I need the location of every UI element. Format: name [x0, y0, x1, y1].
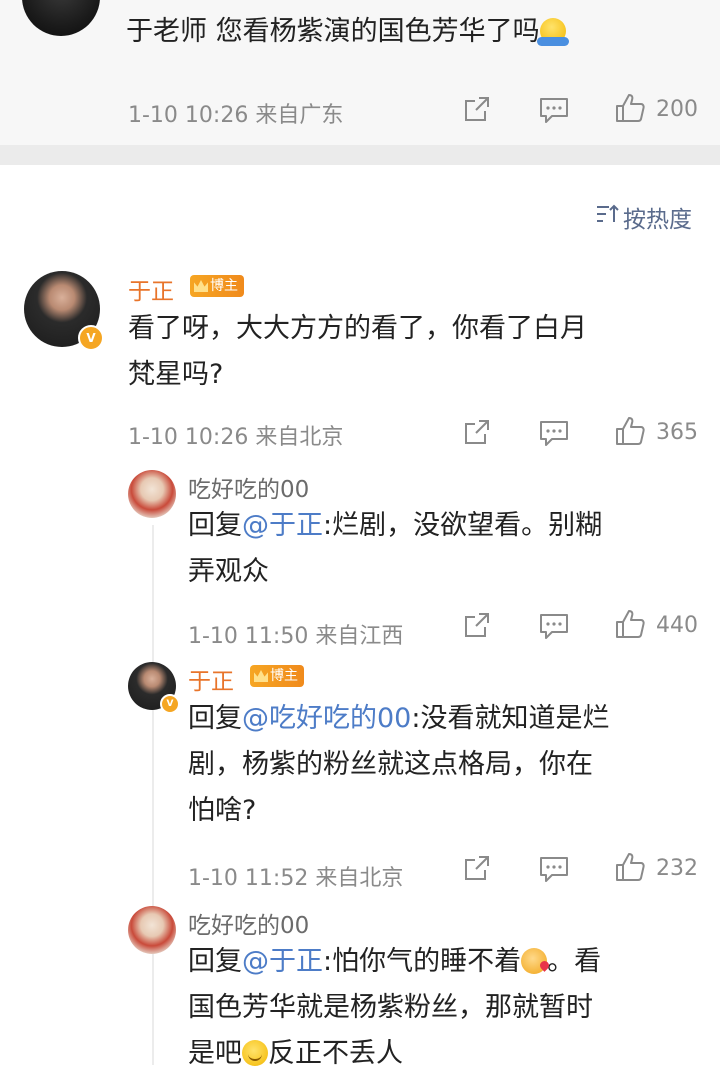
comment-meta: 1-10 10:26 来自广东 [128, 97, 343, 129]
section-divider [0, 145, 720, 165]
previous-comment: 于老师 您看杨紫演的国色芳华了吗 1-10 10:26 来自广东 200 [0, 0, 720, 145]
like-icon[interactable] [614, 851, 646, 883]
avatar[interactable] [128, 906, 176, 954]
v-badge-icon: V [160, 694, 180, 714]
like-icon[interactable] [614, 415, 646, 447]
like-count: 365 [656, 420, 698, 445]
share-icon[interactable] [463, 611, 491, 639]
reply-text: 回复@于正:怕你气的睡不着 。看 国色芳华就是杨紫粉丝，那就暂时 是吧 反正不丢人 [188, 946, 602, 1069]
comment-icon[interactable] [539, 855, 569, 883]
comment-icon[interactable] [539, 612, 569, 640]
crown-icon [254, 670, 268, 682]
blogger-badge: 博主 [190, 275, 244, 297]
comment-icon[interactable] [539, 419, 569, 447]
v-badge-icon: V [78, 325, 104, 351]
avatar[interactable]: V [128, 662, 180, 714]
reply-text: 回复@于正:烂剧，没欲望看。别糊 弄观众 [188, 510, 603, 587]
avatar[interactable]: V [24, 271, 104, 351]
reply-location: 来自北京 [315, 866, 404, 891]
share-icon[interactable] [463, 854, 491, 882]
comment-meta: 1-10 10:26 来自北京 [128, 419, 343, 451]
sort-label: 按热度 [623, 207, 692, 233]
blogger-badge: 博主 [250, 665, 304, 687]
like-icon[interactable] [614, 92, 646, 124]
mention-link[interactable]: @吃好吃的00 [242, 703, 411, 734]
avatar[interactable] [22, 0, 100, 36]
reply-meta: 1-10 11:52 来自北京 [188, 860, 403, 892]
reply-time: 1-10 11:50 [188, 624, 309, 649]
author-name[interactable]: 吃好吃的00 [188, 906, 309, 940]
comment-time: 1-10 10:26 [128, 103, 249, 128]
author-name[interactable]: 于正 [188, 662, 234, 696]
comment-location: 来自广东 [255, 103, 344, 128]
crown-icon [194, 280, 208, 292]
comment-text: 看了呀，大大方方的看了，你看了白月 梵星吗? [128, 313, 587, 390]
hug-emoji-icon [536, 18, 569, 46]
share-icon[interactable] [463, 95, 491, 123]
reply-text: 回复@吃好吃的00:没看就知道是烂 剧，杨紫的粉丝就这点格局，你在 怕啥? [188, 703, 610, 826]
mention-link[interactable]: @于正 [242, 510, 323, 541]
comment-icon[interactable] [539, 96, 569, 124]
reply-time: 1-10 11:52 [188, 866, 309, 891]
avatar[interactable] [128, 470, 176, 518]
comment-location: 来自北京 [255, 425, 344, 450]
kiss-emoji-icon [521, 948, 548, 974]
reply-meta: 1-10 11:50 来自江西 [188, 618, 403, 650]
author-name[interactable]: 于正 [128, 272, 174, 306]
like-count: 440 [656, 613, 698, 638]
like-count: 200 [656, 97, 698, 122]
share-icon[interactable] [463, 418, 491, 446]
smile-emoji-icon [242, 1040, 268, 1066]
author-name[interactable]: 吃好吃的00 [188, 470, 309, 504]
like-icon[interactable] [614, 608, 646, 640]
sort-icon [595, 203, 619, 231]
mention-link[interactable]: @于正 [242, 946, 323, 977]
reply-thread-line [152, 525, 154, 1065]
like-count: 232 [656, 856, 698, 881]
comment-text: 于老师 您看杨紫演的国色芳华了吗 [126, 12, 569, 52]
reply-location: 来自江西 [315, 624, 404, 649]
sort-by-hot-button[interactable]: 按热度 [595, 200, 692, 234]
comment-time: 1-10 10:26 [128, 425, 249, 450]
